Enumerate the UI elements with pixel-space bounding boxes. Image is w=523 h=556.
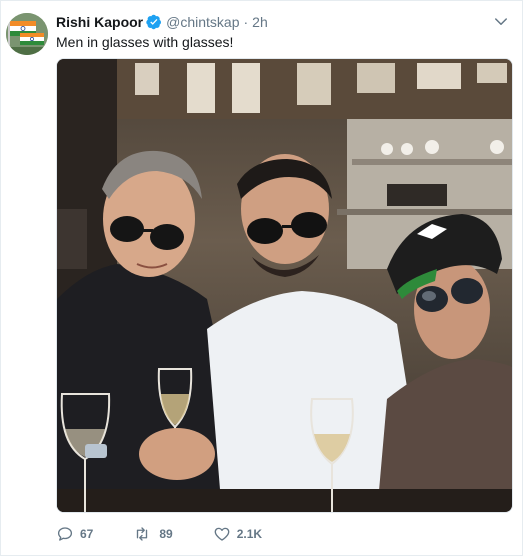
tweet-actions: 67 89 2.1K [56,524,302,544]
author-name[interactable]: Rishi Kapoor [56,14,143,30]
retweet-count: 89 [159,527,173,541]
indian-flag-avatar-icon [6,13,48,55]
retweet-icon [137,527,148,541]
verified-badge-icon [146,14,162,30]
tweet-header: Rishi Kapoor @chintskap · 2h [56,13,268,31]
retweet-button[interactable]: 89 [133,525,173,543]
author-avatar[interactable] [6,13,48,55]
chevron-down-icon[interactable] [492,13,510,31]
tweet-card[interactable]: Rishi Kapoor @chintskap · 2h Men in glas… [0,0,523,556]
heart-icon [214,527,230,541]
reply-count: 67 [80,527,94,541]
photo-illustration [57,59,512,512]
separator-dot: · [243,14,249,30]
tweet-photo[interactable] [56,58,513,513]
like-button[interactable]: 2.1K [213,525,262,543]
tweet-text: Men in glasses with glasses! [56,34,234,50]
author-handle[interactable]: @chintskap [166,14,239,30]
reply-button[interactable]: 67 [56,525,93,543]
tweet-time[interactable]: 2h [252,14,268,30]
reply-icon [57,527,73,541]
like-count: 2.1K [236,527,263,541]
